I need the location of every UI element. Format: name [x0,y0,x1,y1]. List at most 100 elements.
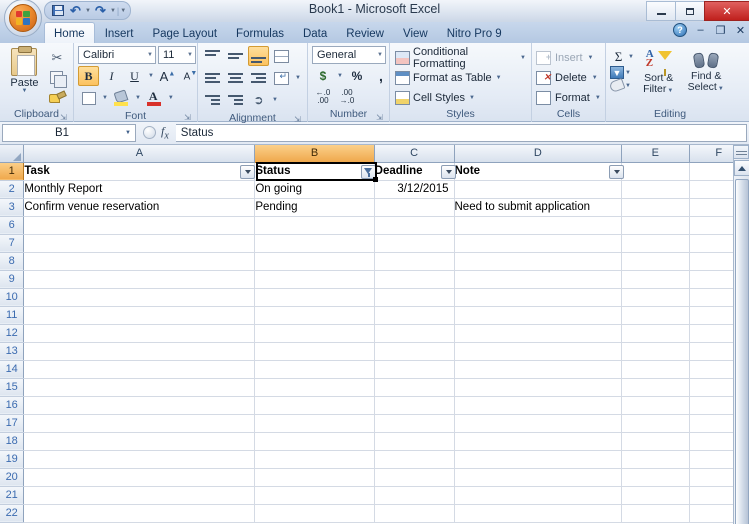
cell-e10[interactable] [621,288,690,307]
wrap-dropdown-icon[interactable]: ▼ [271,97,279,103]
decrease-decimal-button[interactable]: .00 →.0 [336,87,358,106]
row-header[interactable]: 1 [0,162,25,181]
row-header[interactable]: 3 [0,198,25,217]
cell-b9[interactable] [254,270,375,289]
name-box[interactable]: B1 ▼ [2,124,136,142]
fill-button[interactable]: ▼ ▼ [610,66,635,79]
column-header-b[interactable]: B [254,145,375,163]
cell-c14[interactable] [374,360,455,379]
cell-c10[interactable] [374,288,455,307]
font-color-button[interactable] [144,88,165,108]
align-top-button[interactable] [202,46,223,66]
filter-button-status[interactable] [361,165,376,179]
copy-button[interactable] [48,69,68,88]
cell-e12[interactable] [621,324,690,343]
column-header-e[interactable]: E [621,145,690,163]
clear-button[interactable]: ▼ [608,77,635,94]
cell-b22[interactable] [254,504,375,523]
underline-dropdown-icon[interactable]: ▼ [147,73,155,79]
cell-d21[interactable] [454,486,623,505]
increase-indent-button[interactable] [225,90,246,110]
cell-d22[interactable] [454,504,623,523]
align-left-button[interactable] [202,68,223,88]
cell-e14[interactable] [621,360,690,379]
tab-view[interactable]: View [394,24,437,43]
cell-d10[interactable] [454,288,623,307]
cell-a22[interactable] [23,504,256,523]
tab-review[interactable]: Review [337,24,393,43]
cell-b1[interactable]: Status [254,162,375,181]
cell-b11[interactable] [254,306,375,325]
row-header[interactable]: 7 [0,234,25,253]
cell-a21[interactable] [23,486,256,505]
help-icon[interactable]: ? [673,23,687,37]
name-box-dropdown-icon[interactable]: ▼ [121,130,135,136]
align-bottom-button[interactable] [248,46,269,66]
number-format-combo[interactable]: General ▼ [312,46,386,64]
cell-e18[interactable] [621,432,690,451]
cell-e1[interactable] [621,162,690,181]
cell-a6[interactable] [23,216,256,235]
cell-c17[interactable] [374,414,455,433]
cell-a13[interactable] [23,342,256,361]
alignment-dialog-launcher[interactable]: ⇲ [293,115,302,124]
grow-font-button[interactable]: A▲ [157,66,178,86]
office-button[interactable] [4,0,42,37]
cell-b3[interactable]: Pending [254,198,375,217]
decrease-indent-button[interactable] [202,90,223,110]
cancel-formula-icon[interactable] [143,126,156,140]
cell-d20[interactable] [454,468,623,487]
cell-d15[interactable] [454,378,623,397]
cell-styles-button[interactable]: Cell Styles ▼ [394,88,476,108]
row-header[interactable]: 16 [0,396,25,415]
underline-button[interactable]: U [124,66,145,86]
workbook-restore-button[interactable]: ❐ [714,24,727,37]
cell-d17[interactable] [454,414,623,433]
cell-b18[interactable] [254,432,375,451]
cell-b17[interactable] [254,414,375,433]
cell-c15[interactable] [374,378,455,397]
align-center-button[interactable] [225,68,246,88]
cell-c9[interactable] [374,270,455,289]
cell-d7[interactable] [454,234,623,253]
tab-nitro-pro[interactable]: Nitro Pro 9 [438,24,511,43]
row-header[interactable]: 10 [0,288,25,307]
row-header[interactable]: 6 [0,216,25,235]
cell-d13[interactable] [454,342,623,361]
filter-button-deadline[interactable] [441,165,456,179]
font-size-combo[interactable]: 11 ▼ [158,46,196,64]
cell-b6[interactable] [254,216,375,235]
row-header[interactable]: 14 [0,360,25,379]
cell-d12[interactable] [454,324,623,343]
row-header[interactable]: 8 [0,252,25,271]
cell-e13[interactable] [621,342,690,361]
currency-dropdown-icon[interactable]: ▼ [336,73,344,79]
percent-button[interactable]: % [346,66,368,85]
comma-button[interactable]: , [370,66,392,85]
currency-button[interactable]: $ [312,66,334,85]
row-header[interactable]: 20 [0,468,25,487]
fill-color-button[interactable] [111,88,132,108]
cell-b10[interactable] [254,288,375,307]
row-header[interactable]: 11 [0,306,25,325]
italic-button[interactable]: I [101,66,122,86]
cell-c21[interactable] [374,486,455,505]
cell-b21[interactable] [254,486,375,505]
close-button[interactable]: ✕ [704,1,749,21]
increase-decimal-button[interactable]: ←.0.00 [312,87,334,106]
cell-b19[interactable] [254,450,375,469]
format-cells-button[interactable]: Format ▼ [536,88,602,108]
bold-button[interactable]: B [78,66,99,86]
cell-b7[interactable] [254,234,375,253]
cell-e15[interactable] [621,378,690,397]
cell-c22[interactable] [374,504,455,523]
insert-function-icon[interactable]: fx [161,124,169,141]
scroll-up-button[interactable] [734,160,749,176]
cell-e19[interactable] [621,450,690,469]
cell-c12[interactable] [374,324,455,343]
cell-e2[interactable] [621,180,690,199]
tab-formulas[interactable]: Formulas [227,24,293,43]
scrollbar-thumb[interactable] [735,179,749,524]
cell-c2[interactable]: 3/12/2015 [374,180,455,199]
format-as-table-button[interactable]: Format as Table ▼ [394,68,503,88]
